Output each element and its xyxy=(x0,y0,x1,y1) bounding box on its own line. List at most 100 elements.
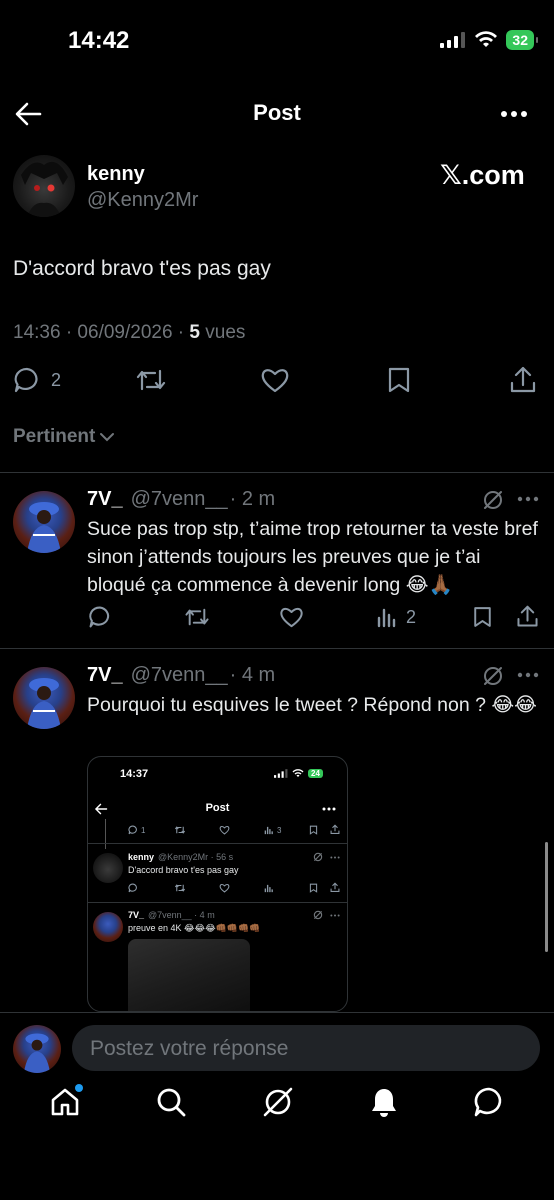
embed-reply-action: 1 xyxy=(128,825,145,835)
reply-avatar[interactable] xyxy=(13,491,75,553)
reply-author-name[interactable]: 7V_ xyxy=(87,664,123,687)
reply-like-icon[interactable] xyxy=(279,605,304,629)
reply-more-icon[interactable] xyxy=(517,672,539,678)
author-name[interactable]: kenny xyxy=(87,163,145,186)
nav-grok-icon[interactable] xyxy=(261,1085,295,1119)
reply-author-handle[interactable]: @7venn__ xyxy=(131,664,228,687)
reply-icon[interactable] xyxy=(13,366,41,394)
embed-status-time: 14:37 xyxy=(120,768,149,780)
grok-icon[interactable] xyxy=(482,665,504,687)
nav-search-icon[interactable] xyxy=(155,1086,187,1118)
divider xyxy=(0,472,554,473)
embed-battery: 24 xyxy=(308,769,323,778)
sort-label: Pertinent xyxy=(13,426,96,447)
embed-reply-count: 1 xyxy=(141,825,146,835)
like-icon[interactable] xyxy=(260,366,290,394)
author-avatar[interactable] xyxy=(13,155,75,217)
battery-indicator: 32 xyxy=(506,30,538,50)
views-count: 5 xyxy=(189,322,200,343)
embed-post-text: D'accord bravo t'es pas gay xyxy=(128,865,239,875)
reply-text: Suce pas trop stp, t’aime trop retourner… xyxy=(87,518,538,596)
reply-count: 2 xyxy=(51,369,62,390)
reply-time: · 2 m xyxy=(229,488,276,510)
embed-post-bookmark-icon xyxy=(309,883,318,893)
post-text: D'accord bravo t'es pas gay xyxy=(13,257,271,280)
embed-share-icon xyxy=(330,824,340,834)
embed-divider xyxy=(88,902,347,903)
embed-post-reply-icon xyxy=(128,883,137,893)
embed-post-name: kenny xyxy=(128,852,155,862)
reply-views-action[interactable]: 2 xyxy=(376,606,416,628)
sort-selector[interactable]: Pertinent xyxy=(13,426,115,448)
embed-more-icon xyxy=(330,856,340,859)
embed-bookmark-icon xyxy=(309,825,318,835)
views-label: vues xyxy=(200,322,246,343)
embed-post-repost-icon xyxy=(174,884,186,892)
embed-like-icon xyxy=(219,825,230,835)
embed-reply-more-icon xyxy=(330,914,340,917)
embed-reply-header: 7V_ @7venn__ · 4 m xyxy=(128,910,215,920)
embed-post-like-icon xyxy=(219,883,230,893)
reply-avatar[interactable] xyxy=(13,667,75,729)
page-title: Post xyxy=(253,100,301,125)
reply-repost-icon[interactable] xyxy=(184,605,210,629)
bookmark-icon[interactable] xyxy=(386,366,412,394)
embed-reply-grok-icon xyxy=(313,910,323,920)
embed-reply-name: 7V_ xyxy=(128,910,145,920)
more-options-icon[interactable] xyxy=(500,110,528,118)
nav-home-icon[interactable] xyxy=(49,1084,83,1118)
repost-icon[interactable] xyxy=(135,366,167,394)
bottom-nav xyxy=(0,1084,554,1119)
embed-reply-handle: @7venn__ · 4 m xyxy=(148,910,215,920)
post-meta: 14:36 · 06/09/2026 · 5 vues xyxy=(13,322,245,344)
embed-reply-avatar xyxy=(93,912,123,942)
reply-time: · 4 m xyxy=(229,664,276,686)
reply-header: 7V_ @7venn__ · 4 m xyxy=(87,664,275,687)
embed-repost-icon xyxy=(174,826,186,834)
embed-post-handle: @Kenny2Mr · 56 s xyxy=(158,852,234,862)
divider xyxy=(0,648,554,649)
reply-author-name[interactable]: 7V_ xyxy=(87,488,123,511)
share-icon[interactable] xyxy=(509,365,537,395)
chevron-down-icon xyxy=(99,431,115,443)
embed-status-icons: 24 xyxy=(274,769,323,778)
post-timestamp: 14:36 · 06/09/2026 · xyxy=(13,322,190,343)
status-time: 14:42 xyxy=(68,27,130,54)
reply-action[interactable]: 2 xyxy=(13,366,61,394)
reply-reply-icon[interactable] xyxy=(88,605,112,629)
embed-grok-icon xyxy=(313,852,323,862)
embed-divider xyxy=(88,843,347,844)
embed-author-avatar xyxy=(93,853,123,883)
status-icons: 32 xyxy=(440,30,538,50)
reply-header: 7V_ @7venn__ · 2 m xyxy=(87,488,275,511)
reply-views-count: 2 xyxy=(406,606,417,627)
cellular-signal-icon xyxy=(440,32,466,48)
analytics-icon xyxy=(376,606,398,628)
embed-title: Post xyxy=(205,802,230,814)
embed-post-share-icon xyxy=(330,882,340,892)
nav-notifications-icon[interactable] xyxy=(369,1086,399,1118)
reply-input[interactable]: Postez votre réponse xyxy=(72,1025,540,1071)
reply-bookmark-icon[interactable] xyxy=(472,605,493,629)
embed-views-action: 3 xyxy=(264,825,281,835)
embed-reply-image xyxy=(128,939,250,1011)
attached-screenshot[interactable]: 14:37 24 Post 1 3 kenny @Kenny2Mr · 56 s… xyxy=(87,756,348,1012)
embed-views-count: 3 xyxy=(277,825,282,835)
scrollbar[interactable] xyxy=(545,842,548,952)
grok-icon[interactable] xyxy=(482,489,504,511)
embed-reply-text: preuve en 4K 😂😂😂👊🏾👊🏾👊🏾👊🏾 xyxy=(128,923,261,933)
author-handle[interactable]: @Kenny2Mr xyxy=(87,189,198,212)
reply-text: Pourquoi tu esquives le tweet ? Répond n… xyxy=(87,694,537,716)
embed-post-header: kenny @Kenny2Mr · 56 s xyxy=(128,852,233,862)
source-badge: 𝕏.com xyxy=(440,160,525,190)
reply-more-icon[interactable] xyxy=(517,496,539,502)
wifi-icon xyxy=(474,31,498,49)
embed-thread-line xyxy=(105,819,106,849)
embed-more-icon xyxy=(322,807,336,811)
reply-author-handle[interactable]: @7venn__ xyxy=(131,488,228,511)
composer-avatar[interactable] xyxy=(13,1025,61,1073)
nav-messages-icon[interactable] xyxy=(473,1086,505,1118)
divider xyxy=(0,1012,554,1013)
embed-post-views-icon xyxy=(264,884,273,893)
reply-share-icon[interactable] xyxy=(516,604,539,629)
